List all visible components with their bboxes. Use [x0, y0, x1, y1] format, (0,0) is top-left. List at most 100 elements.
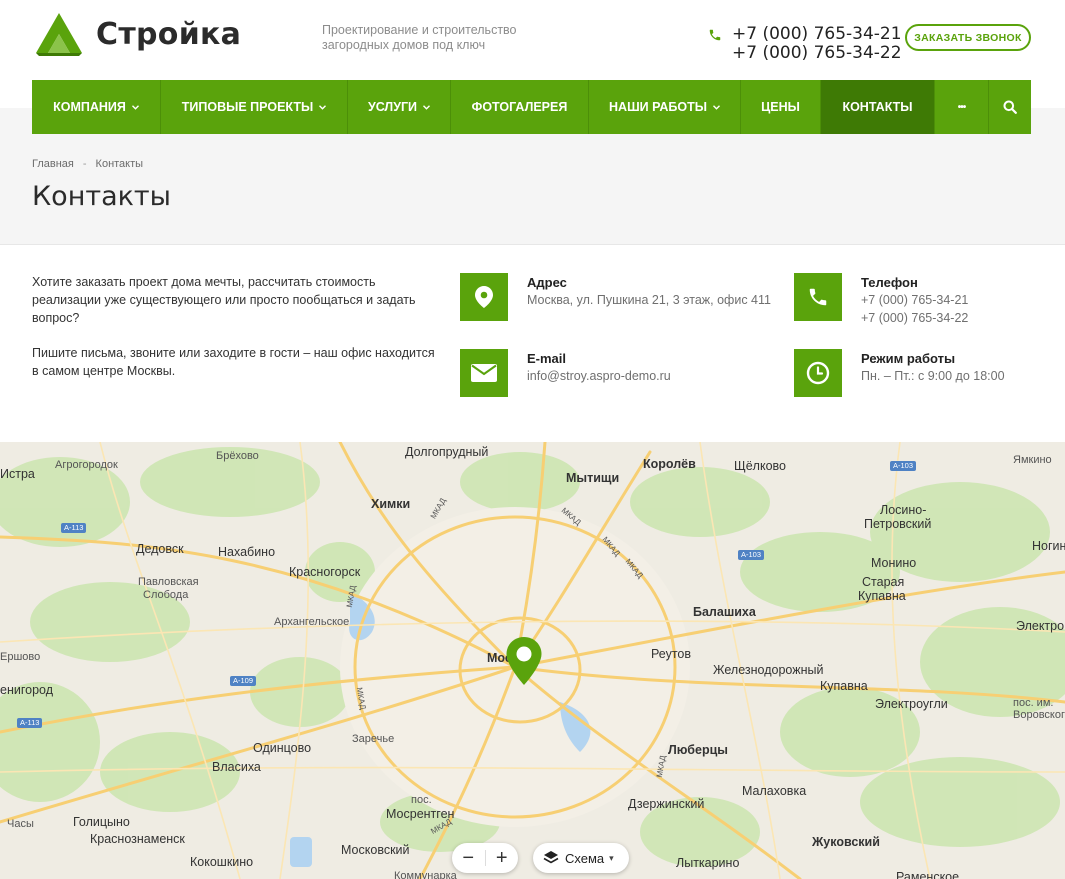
nav-item-company[interactable]: Компания — [32, 80, 161, 134]
logo[interactable]: Стройка — [36, 13, 241, 56]
search-icon — [1003, 100, 1017, 114]
contact-address: Адрес Москва, ул. Пушкина 21, 3 этаж, оф… — [460, 273, 771, 321]
nav-item-label: Контакты — [842, 100, 913, 114]
map-label: Московский — [341, 843, 410, 857]
envelope-icon — [460, 349, 508, 397]
page-title: Контакты — [32, 181, 171, 212]
map-label: енигород — [0, 683, 53, 697]
map-label: Монино — [871, 556, 917, 570]
phone-value-1[interactable]: +7 (000) 765-34-21 — [861, 291, 968, 309]
nav-item-services[interactable]: Услуги — [348, 80, 451, 134]
contact-hours: Режим работы Пн. – Пт.: с 9:00 до 18:00 — [794, 349, 1005, 397]
contact-phone: Телефон +7 (000) 765-34-21 +7 (000) 765-… — [794, 273, 968, 327]
phone-value-2[interactable]: +7 (000) 765-34-22 — [861, 309, 968, 327]
map-label: Одинцово — [253, 741, 312, 755]
nav-item-contacts[interactable]: Контакты — [821, 80, 935, 134]
layer-label: Схема — [565, 850, 605, 866]
highway-shield: А-103 — [738, 550, 765, 560]
map-label: Электроугли — [875, 697, 948, 711]
map-label: Железнодорожный — [713, 663, 824, 677]
breadcrumb-current: Контакты — [95, 158, 144, 170]
map-layer-button[interactable]: Схема ▾ — [533, 843, 629, 873]
header-phones: +7 (000) 765-34-21 +7 (000) 765-34-22 — [708, 25, 902, 63]
chevron-down-icon — [712, 104, 720, 110]
breadcrumb: Главная - Контакты — [32, 158, 143, 170]
phone-label: Телефон — [861, 275, 918, 290]
phone-icon — [709, 29, 721, 41]
email-label: E-mail — [527, 351, 567, 366]
map-label: Петровский — [864, 517, 932, 531]
contact-email: E-mail info@stroy.aspro-demo.ru — [460, 349, 671, 397]
map-label: Старая — [862, 575, 905, 589]
nav-item-label: Наши работы — [609, 100, 707, 114]
map-pin-icon[interactable] — [505, 636, 543, 686]
zoom-in-button[interactable]: + — [485, 843, 518, 873]
intro-paragraph-2: Пишите письма, звоните или заходите в го… — [32, 346, 435, 378]
nav-item-label: Цены — [761, 100, 800, 114]
map-label: Балашиха — [693, 605, 756, 619]
map-label: Голицыно — [73, 815, 130, 829]
map-label: Истра — [0, 467, 35, 481]
breadcrumb-home[interactable]: Главная — [32, 158, 74, 170]
map-label: пос. им. — [1013, 697, 1054, 709]
layers-icon — [543, 851, 559, 864]
map-label: Агрогородок — [55, 459, 118, 471]
highway-shield: А-113 — [61, 523, 87, 533]
map-label: Купавна — [858, 589, 906, 603]
highway-shield: А-109 — [230, 676, 257, 686]
nav-item-label: Компания — [53, 100, 126, 114]
map-label: Дзержинский — [628, 797, 705, 811]
callback-button[interactable]: Заказать звонок — [905, 24, 1031, 51]
map-label: Лыткарино — [676, 856, 740, 870]
nav-more-button[interactable]: ••• — [935, 80, 989, 134]
map-label: Заречье — [352, 733, 395, 745]
map-label: Слобода — [143, 589, 189, 601]
address-value: Москва, ул. Пушкина 21, 3 этаж, офис 411 — [527, 293, 771, 307]
nav-item-prices[interactable]: Цены — [741, 80, 821, 134]
map-label: Архангельское — [274, 616, 350, 628]
map-label: Малаховка — [742, 784, 807, 798]
map-label: Химки — [371, 497, 411, 511]
map-label: Люберцы — [668, 743, 728, 757]
map-label: Павловская — [138, 576, 199, 588]
nav-item-our-works[interactable]: Наши работы — [589, 80, 741, 134]
map-label: Щёлково — [734, 459, 786, 473]
search-button[interactable] — [989, 80, 1031, 134]
map-label: Краснознаменск — [90, 832, 185, 846]
nav-item-typical-projects[interactable]: Типовые проекты — [161, 80, 348, 134]
header-phone-2[interactable]: +7 (000) 765-34-22 — [732, 44, 902, 63]
header-phone-1[interactable]: +7 (000) 765-34-21 — [732, 25, 902, 44]
map-label: Нахабино — [218, 545, 276, 559]
chevron-down-icon — [423, 104, 431, 110]
contacts-intro: Хотите заказать проект дома мечты, рассч… — [32, 273, 442, 380]
map-label: Королёв — [643, 457, 696, 471]
phone-icon — [794, 273, 842, 321]
map-label: Ершово — [0, 651, 41, 663]
main-nav: Компания Типовые проекты Услуги Фотогале… — [32, 80, 1031, 134]
slogan: Проектирование и строительство загородны… — [322, 23, 517, 52]
map-label: Купавна — [820, 679, 868, 693]
map-label: Власиха — [212, 760, 261, 774]
map-label: Кокошкино — [190, 855, 254, 869]
chevron-down-icon — [319, 104, 327, 110]
map-label: Коммунарка — [394, 870, 457, 879]
map-label: Жуковский — [812, 835, 880, 849]
map-label: Лосино- — [880, 503, 927, 517]
map-label: Долгопрудный — [405, 445, 489, 459]
address-label: Адрес — [527, 275, 567, 290]
highway-shield: А-113 — [17, 718, 43, 728]
caret-down-icon: ▾ — [609, 852, 614, 863]
map-label: Воровского — [1013, 709, 1065, 721]
hours-value: Пн. – Пт.: с 9:00 до 18:00 — [861, 369, 1005, 383]
map-label: Красногорск — [289, 565, 361, 579]
clock-icon — [794, 349, 842, 397]
map-label: Ногин — [1032, 539, 1065, 553]
zoom-out-button[interactable]: − — [452, 843, 485, 873]
map-label: Электро — [1016, 619, 1065, 633]
nav-item-gallery[interactable]: Фотогалерея — [451, 80, 589, 134]
map-label: Дедовск — [136, 542, 184, 556]
nav-item-label: Типовые проекты — [181, 100, 314, 114]
email-value[interactable]: info@stroy.aspro-demo.ru — [527, 367, 671, 385]
map-label: Часы — [7, 818, 34, 830]
location-icon — [460, 273, 508, 321]
